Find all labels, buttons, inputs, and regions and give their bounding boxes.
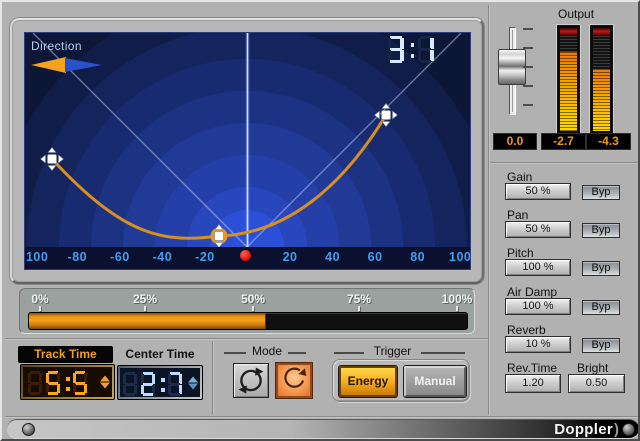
trigger-manual-button[interactable]: Manual [404,366,466,397]
pan-bypass-button[interactable]: Byp [582,223,620,238]
output-meter-right [590,25,613,134]
param-label: Pitch [507,246,534,260]
param-label: Air Damp [507,285,557,299]
axis-tick-label: -100 [24,250,48,264]
param-label: Gain [507,170,532,184]
loop-once-icon [278,365,310,396]
trajectory-display[interactable]: -100 -80 -60 -40 -20 20 40 60 80 100 Direction [24,32,471,270]
direction-right-arrow-icon[interactable] [65,58,102,72]
direction-control: Direction [31,39,107,73]
meter-unlit-segment [560,36,577,52]
percent-label: 75% [347,292,371,306]
brand-bracket: ) [614,421,619,438]
axis-tick-label: 20 [283,250,298,264]
track-time-spinner[interactable] [100,375,110,390]
direction-label: Direction [31,39,107,53]
percent-label: 0% [31,292,48,306]
pitch-bypass-button[interactable]: Byp [582,261,620,276]
screw-icon [22,423,35,436]
meter-right-readout[interactable]: -4.3 [586,133,631,150]
spinner-down-icon[interactable] [188,383,198,389]
progress-bar[interactable] [28,312,468,330]
path-node-right[interactable] [375,104,398,127]
direction-left-arrow-icon[interactable] [31,57,66,73]
ratio-led-display[interactable] [388,36,448,64]
pitch-value-button[interactable]: 100 % [505,259,571,276]
spinner-up-icon[interactable] [188,376,198,382]
mode-section-label: Mode [246,344,288,358]
axis-tick-label: 40 [325,250,340,264]
center-time-spinner[interactable] [188,375,198,390]
pan-value-button[interactable]: 50 % [505,221,571,238]
percent-label: 50% [241,292,265,306]
screw-icon [622,423,635,436]
axis-tick-label: 60 [368,250,383,264]
center-time-label: Center Time [118,347,202,361]
graph-bezel: -100 -80 -60 -40 -20 20 40 60 80 100 Direction [10,18,484,284]
mode-loop-button[interactable] [233,363,269,398]
gain-value-button[interactable]: 50 % [505,183,571,200]
right-ray [247,33,461,247]
output-gain-readout[interactable]: 0.0 [493,133,537,150]
airdamp-bypass-button[interactable]: Byp [582,300,620,315]
param-label: Reverb [507,323,546,337]
reverb-bypass-button[interactable]: Byp [582,338,620,353]
progress-fill [29,313,266,329]
param-label: Pan [507,208,528,222]
meter-clip-segment [593,28,610,35]
loop-cycle-icon [234,364,268,397]
brand-logo: Doppler [554,421,613,438]
meter-left-readout[interactable]: -2.7 [541,133,586,150]
bright-label: Bright [577,361,608,375]
meter-unlit-segment [593,36,610,69]
track-time-led[interactable] [28,371,96,395]
doppler-plugin-window: -100 -80 -60 -40 -20 20 40 60 80 100 Direction 0%… [0,0,640,441]
meter-lit-segment [560,52,577,131]
reverb-value-button[interactable]: 10 % [505,336,571,353]
output-section-label: Output [558,7,610,21]
meter-clip-segment [560,28,577,35]
axis-tick-label: 80 [410,250,425,264]
trigger-section-label: Trigger [365,344,420,358]
output-meter-left [557,25,580,134]
gain-bypass-button[interactable]: Byp [582,185,620,200]
spinner-up-icon[interactable] [100,376,110,382]
transport-panel: 0% 25% 50% 75% 100% [19,288,475,334]
percent-label: 100% [442,292,473,306]
axis-tick-label: -40 [153,250,173,264]
parameters-panel: Gain 50 % Byp Pan 50 % Byp Pitch 100 % B… [490,165,640,415]
revtime-value-button[interactable]: 1.20 [505,374,561,393]
trigger-energy-button[interactable]: Energy [339,366,397,397]
spinner-down-icon[interactable] [100,383,110,389]
listener-position-dot [240,250,251,261]
axis-tick-label: 100 [449,250,471,264]
center-time-led[interactable] [123,372,187,396]
bright-value-button[interactable]: 0.50 [568,374,625,393]
path-node-middle[interactable] [215,225,224,248]
axis-tick-label: -60 [110,250,130,264]
mode-one-shot-button[interactable] [276,363,312,398]
axis-tick-label: -20 [195,250,215,264]
revtime-label: Rev.Time [507,361,557,375]
percent-label: 25% [133,292,157,306]
output-slider-thumb[interactable] [498,49,526,85]
axis-tick-label: -80 [68,250,88,264]
track-time-display[interactable] [20,364,115,400]
airdamp-value-button[interactable]: 100 % [505,298,571,315]
meter-lit-segment [593,69,610,131]
track-time-label: Track Time [18,346,113,363]
center-time-display[interactable] [117,365,203,400]
footer-brand-strip: Doppler ) [7,419,639,439]
